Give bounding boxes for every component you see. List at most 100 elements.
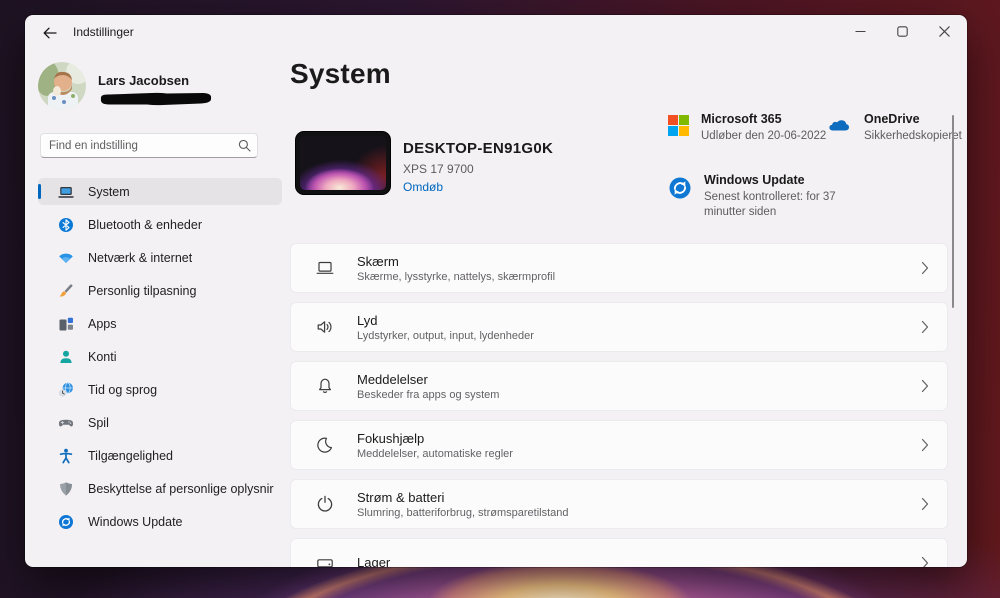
settings-window: Indstillinger	[25, 15, 967, 567]
sidebar-item-windows-update[interactable]: Windows Update	[38, 508, 282, 535]
chevron-right-icon	[921, 379, 929, 393]
onedrive-cloud-icon	[826, 115, 852, 132]
gamepad-icon	[58, 415, 74, 431]
sidebar-item-label: Spil	[88, 416, 109, 430]
row-sound[interactable]: Lyd Lydstyrker, output, input, lydenheder	[290, 302, 948, 352]
close-icon	[939, 26, 950, 37]
maximize-icon	[897, 26, 908, 37]
row-subtitle: Skærme, lysstyrke, nattelys, skærmprofil	[357, 271, 899, 283]
close-button[interactable]	[923, 15, 965, 47]
wifi-icon	[58, 250, 74, 266]
row-title: Fokushjælp	[357, 431, 899, 446]
maximize-button[interactable]	[881, 15, 923, 47]
card-subtitle: Senest kontrolleret: for 37 minutter sid…	[704, 190, 843, 220]
chevron-right-icon	[921, 438, 929, 452]
card-title: OneDrive	[864, 112, 962, 126]
settings-list: Skærm Skærme, lysstyrke, nattelys, skærmp…	[290, 243, 948, 567]
chevron-right-icon	[921, 497, 929, 511]
onedrive-card[interactable]: OneDrive Sikkerhedskopieret	[826, 112, 966, 144]
accessibility-icon	[58, 448, 74, 464]
row-focus-assist[interactable]: Fokushjælp Meddelelser, automatiske regle…	[290, 420, 948, 470]
display-icon	[315, 258, 335, 278]
avatar[interactable]	[38, 62, 86, 110]
row-title: Lyd	[357, 313, 899, 328]
desktop-wallpaper: { "window": { "title": "Indstillinger", …	[0, 0, 1000, 598]
profile-name: Lars Jacobsen	[98, 73, 189, 88]
card-title: Windows Update	[704, 173, 843, 187]
row-display[interactable]: Skærm Skærme, lysstyrke, nattelys, skærmp…	[290, 243, 948, 293]
back-arrow-icon	[42, 25, 58, 41]
chevron-right-icon	[921, 261, 929, 275]
search-input[interactable]	[41, 140, 231, 152]
bell-icon	[315, 376, 335, 396]
row-notifications[interactable]: Meddelelser Beskeder fra apps og system	[290, 361, 948, 411]
page-title: System	[290, 58, 391, 90]
sidebar: Lars Jacobsen System Bluetooth & enheder	[25, 51, 290, 567]
back-button[interactable]	[35, 19, 65, 47]
windows-update-icon	[668, 176, 692, 200]
system-laptop-icon	[58, 184, 74, 200]
card-title: Microsoft 365	[701, 112, 826, 126]
row-storage[interactable]: Lager	[290, 538, 948, 567]
row-subtitle: Meddelelser, automatiske regler	[357, 448, 899, 460]
shield-icon	[58, 481, 74, 497]
row-power-battery[interactable]: Strøm & batteri Slumring, batteriforbrug,…	[290, 479, 948, 529]
minimize-icon	[855, 26, 866, 37]
sidebar-item-label: Konti	[88, 350, 117, 364]
sidebar-item-bluetooth[interactable]: Bluetooth & enheder	[38, 211, 282, 238]
bluetooth-icon	[58, 217, 74, 233]
device-model: XPS 17 9700	[403, 162, 474, 176]
row-subtitle: Lydstyrker, output, input, lydenheder	[357, 330, 899, 342]
sidebar-item-label: System	[88, 185, 130, 199]
row-subtitle: Beskeder fra apps og system	[357, 389, 899, 401]
active-indicator	[38, 184, 41, 199]
power-icon	[315, 494, 335, 514]
sidebar-item-privacy[interactable]: Beskyttelse af personlige oplysnir	[38, 475, 282, 502]
row-subtitle: Slumring, batteriforbrug, strømsparetils…	[357, 507, 899, 519]
device-name: DESKTOP-EN91G0K	[403, 140, 553, 157]
sidebar-item-label: Apps	[88, 317, 117, 331]
storage-icon	[315, 553, 335, 567]
apps-grid-icon	[58, 316, 74, 332]
row-title: Skærm	[357, 254, 899, 269]
window-title: Indstillinger	[73, 25, 134, 39]
sidebar-item-network[interactable]: Netværk & internet	[38, 244, 282, 271]
device-thumbnail	[295, 131, 391, 195]
sidebar-item-accounts[interactable]: Konti	[38, 343, 282, 370]
windows-update-card[interactable]: Windows Update Senest kontrolleret: for …	[668, 173, 843, 220]
search-icon	[231, 139, 257, 152]
chevron-right-icon	[921, 320, 929, 334]
sidebar-item-label: Tilgængelighed	[88, 449, 173, 463]
sidebar-item-gaming[interactable]: Spil	[38, 409, 282, 436]
paintbrush-icon	[58, 283, 74, 299]
person-icon	[58, 349, 74, 365]
row-title: Lager	[357, 555, 899, 568]
minimize-button[interactable]	[839, 15, 881, 47]
sidebar-item-time-language[interactable]: Tid og sprog	[38, 376, 282, 403]
sidebar-item-accessibility[interactable]: Tilgængelighed	[38, 442, 282, 469]
card-subtitle: Udløber den 20-06-2022	[701, 129, 826, 144]
scrollbar[interactable]	[952, 115, 954, 308]
globe-clock-icon	[58, 382, 74, 398]
titlebar: Indstillinger	[25, 15, 967, 51]
card-subtitle: Sikkerhedskopieret	[864, 129, 962, 144]
sidebar-item-label: Beskyttelse af personlige oplysnir	[88, 482, 274, 496]
speaker-icon	[315, 317, 335, 337]
sidebar-nav: System Bluetooth & enheder Netværk & int…	[38, 178, 282, 535]
microsoft-365-card[interactable]: Microsoft 365 Udløber den 20-06-2022	[668, 112, 833, 144]
row-title: Strøm & batteri	[357, 490, 899, 505]
rename-link[interactable]: Omdøb	[403, 180, 443, 194]
update-icon	[58, 514, 74, 530]
microsoft-logo	[668, 115, 689, 136]
moon-icon	[315, 435, 335, 455]
sidebar-item-label: Tid og sprog	[88, 383, 157, 397]
sidebar-item-apps[interactable]: Apps	[38, 310, 282, 337]
sidebar-item-system[interactable]: System	[38, 178, 282, 205]
search-box	[40, 133, 258, 158]
sidebar-item-personalization[interactable]: Personlig tilpasning	[38, 277, 282, 304]
row-title: Meddelelser	[357, 372, 899, 387]
sidebar-item-label: Bluetooth & enheder	[88, 218, 202, 232]
chevron-right-icon	[921, 556, 929, 567]
avatar-photo	[38, 62, 86, 110]
redacted-email	[97, 92, 215, 106]
